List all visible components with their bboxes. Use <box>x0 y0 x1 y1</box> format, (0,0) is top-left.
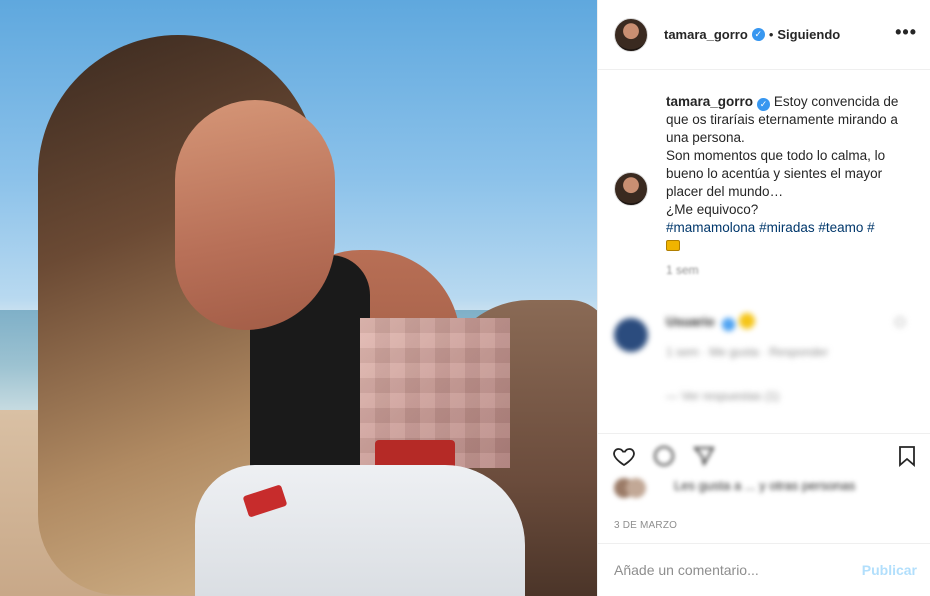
commenter-verified-badge-icon: ✓ <box>722 318 736 331</box>
caption-text: tamara_gorro ✓ Estoy convencida de que os… <box>666 93 916 255</box>
author-username[interactable]: tamara_gorro <box>664 27 748 42</box>
caption-username[interactable]: tamara_gorro <box>666 94 753 109</box>
add-comment-bar: Publicar <box>598 543 930 596</box>
following-button[interactable]: Siguiendo <box>777 27 840 42</box>
child-sweater <box>195 465 525 596</box>
commenter-name[interactable]: Usuario ✓ <box>666 313 755 331</box>
hashtag-mamamolona[interactable]: #mamamolona <box>666 220 755 235</box>
caption-line-2: Son momentos que todo lo calma, lo bueno… <box>666 148 886 199</box>
hashtag-teamo[interactable]: #teamo <box>818 220 863 235</box>
likes-summary[interactable]: Les gusta a ... y otras personas <box>614 476 919 506</box>
heart-icon[interactable] <box>612 444 636 468</box>
instagram-post: tamara_gorro ✓ • Siguiendo ••• tamara_go… <box>0 0 930 596</box>
caption-line-3: ¿Me equivoco? <box>666 202 759 217</box>
comment-meta: 1 sem · Me gusta · Responder <box>666 345 829 359</box>
author-avatar[interactable] <box>614 17 648 52</box>
post-date[interactable]: 3 DE MARZO <box>614 520 677 531</box>
header-separator: • <box>768 27 774 42</box>
caption-verified-badge-icon: ✓ <box>757 98 771 111</box>
post-side-panel: tamara_gorro ✓ • Siguiendo ••• tamara_go… <box>597 0 930 596</box>
caption-avatar[interactable] <box>614 172 648 206</box>
comment-like-icon[interactable] <box>895 317 905 327</box>
post-actions-bar <box>598 433 930 473</box>
crown-emoji-icon <box>666 240 680 251</box>
comment-icon[interactable] <box>652 444 676 468</box>
woman-face <box>175 100 335 330</box>
post-caption: tamara_gorro ✓ Estoy convencida de que os… <box>614 93 919 277</box>
hashtag-miradas[interactable]: #miradas <box>759 220 815 235</box>
publish-button[interactable]: Publicar <box>862 562 917 578</box>
verified-badge-icon: ✓ <box>751 28 765 41</box>
post-header: tamara_gorro ✓ • Siguiendo ••• <box>598 0 930 70</box>
comments-section[interactable]: tamara_gorro ✓ Estoy convencida de que os… <box>598 71 930 433</box>
hashtag-truncated[interactable]: # <box>867 220 875 235</box>
comment-input[interactable] <box>614 562 862 578</box>
smile-emoji-icon <box>738 313 755 329</box>
more-horizontal-icon[interactable]: ••• <box>895 22 917 43</box>
commenter-avatar[interactable] <box>614 318 648 352</box>
commenter-name-text: Usuario <box>666 314 715 329</box>
post-photo[interactable] <box>0 0 597 596</box>
likes-text: Les gusta a ... y otras personas <box>674 478 856 493</box>
bookmark-icon[interactable] <box>895 444 919 468</box>
liker-avatar <box>626 478 646 498</box>
view-replies-link[interactable]: — Ver respuestas (1) <box>666 389 779 403</box>
share-icon[interactable] <box>692 444 716 468</box>
caption-timestamp[interactable]: 1 sem <box>666 263 919 277</box>
